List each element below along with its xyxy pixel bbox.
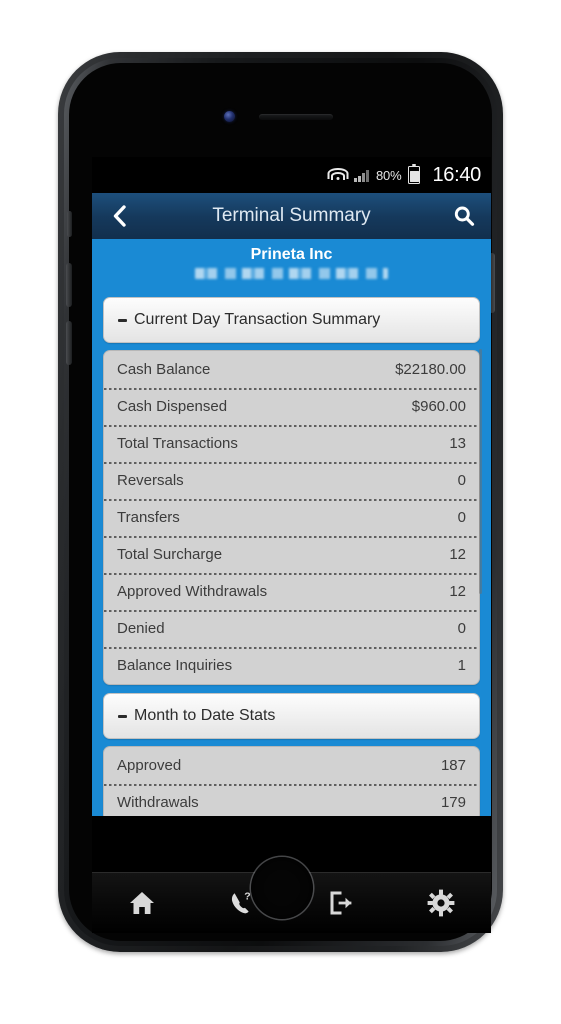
row-label: Total Transactions: [117, 435, 238, 452]
row-value: $22180.00: [395, 361, 466, 378]
logout-icon: [330, 891, 352, 915]
row-value: 1: [457, 657, 466, 674]
home-button[interactable]: [251, 857, 313, 919]
battery-icon: [408, 163, 421, 184]
summary-scroll-area[interactable]: Current Day Transaction Summary Cash Bal…: [92, 289, 491, 816]
minus-icon: [118, 714, 127, 718]
row-label: Cash Dispensed: [117, 398, 228, 415]
wifi-icon: [327, 167, 349, 183]
app-title-bar: Terminal Summary: [92, 193, 491, 239]
row-label: Approved Withdrawals: [117, 583, 268, 600]
vertical-scrollbar[interactable]: [479, 349, 482, 594]
volume-down-button[interactable]: [66, 321, 72, 365]
table-row[interactable]: Approved Withdrawals 12: [104, 573, 479, 610]
earpiece-speaker: [259, 114, 333, 120]
search-button[interactable]: [449, 201, 479, 231]
tab-settings[interactable]: [391, 873, 491, 933]
row-value: 0: [457, 472, 466, 489]
section-header-label: Current Day Transaction Summary: [134, 311, 381, 328]
phone-bezel: 80% 16:40 Terminal Summary Prineta Inc C…: [64, 58, 497, 946]
row-label: Cash Balance: [117, 361, 211, 378]
row-value: 179: [440, 794, 466, 811]
table-row[interactable]: Total Transactions 13: [104, 425, 479, 462]
table-row[interactable]: Cash Balance $22180.00: [104, 351, 479, 388]
row-value: 0: [457, 509, 466, 526]
phone-face: 80% 16:40 Terminal Summary Prineta Inc C…: [66, 63, 495, 941]
table-row[interactable]: Cash Dispensed $960.00: [104, 388, 479, 425]
minus-icon: [118, 318, 127, 322]
table-row[interactable]: Denied 0: [104, 610, 479, 647]
back-button[interactable]: [104, 201, 134, 231]
signal-bars-icon: [354, 168, 370, 182]
row-label: Approved: [117, 757, 182, 774]
table-row[interactable]: Withdrawals 179: [104, 784, 479, 816]
row-label: Balance Inquiries: [117, 657, 233, 674]
table-row[interactable]: Balance Inquiries 1: [104, 647, 479, 684]
search-icon: [454, 206, 475, 226]
svg-text:?: ?: [244, 891, 250, 903]
section-header-label: Month to Date Stats: [134, 707, 276, 724]
row-label: Total Surcharge: [117, 546, 223, 563]
row-value: 12: [449, 583, 466, 600]
row-label: Denied: [117, 620, 165, 637]
home-icon: [129, 892, 154, 914]
section-header-month-to-date[interactable]: Month to Date Stats: [103, 693, 480, 739]
row-value: 0: [457, 620, 466, 637]
silent-switch[interactable]: [67, 211, 72, 237]
account-header: Prineta Inc [redacted]: [92, 239, 491, 289]
battery-percent-label: 80%: [376, 167, 402, 183]
row-label: Transfers: [117, 509, 180, 526]
table-row[interactable]: Total Surcharge 12: [104, 536, 479, 573]
back-chevron-icon: [113, 205, 126, 227]
page-title: Terminal Summary: [212, 205, 371, 226]
device-stage: 80% 16:40 Terminal Summary Prineta Inc C…: [0, 0, 561, 1024]
front-camera-icon: [224, 111, 235, 122]
phone-body: 80% 16:40 Terminal Summary Prineta Inc C…: [58, 52, 503, 952]
gear-icon: [427, 889, 455, 917]
row-value: 13: [449, 435, 466, 452]
status-bar: 80% 16:40: [92, 157, 491, 193]
tab-home[interactable]: [92, 873, 192, 933]
section-header-current-day[interactable]: Current Day Transaction Summary: [103, 297, 480, 343]
row-label: Reversals: [117, 472, 184, 489]
row-value: $960.00: [411, 398, 466, 415]
row-value: 12: [449, 546, 466, 563]
group-current-day: Cash Balance $22180.00 Cash Dispensed $9…: [103, 350, 480, 685]
company-name: Prineta Inc: [250, 246, 333, 263]
table-row[interactable]: Approved 187: [104, 747, 479, 784]
status-bar-clock: 16:40: [432, 163, 481, 186]
row-value: 187: [440, 757, 466, 774]
table-row[interactable]: Transfers 0: [104, 499, 479, 536]
phone-screen: 80% 16:40 Terminal Summary Prineta Inc C…: [92, 157, 491, 933]
group-month-to-date: Approved 187 Withdrawals 179: [103, 746, 480, 816]
company-subtitle-redacted: [redacted]: [195, 268, 388, 279]
table-row[interactable]: Reversals 0: [104, 462, 479, 499]
volume-up-button[interactable]: [66, 263, 72, 307]
row-label: Withdrawals: [117, 794, 199, 811]
